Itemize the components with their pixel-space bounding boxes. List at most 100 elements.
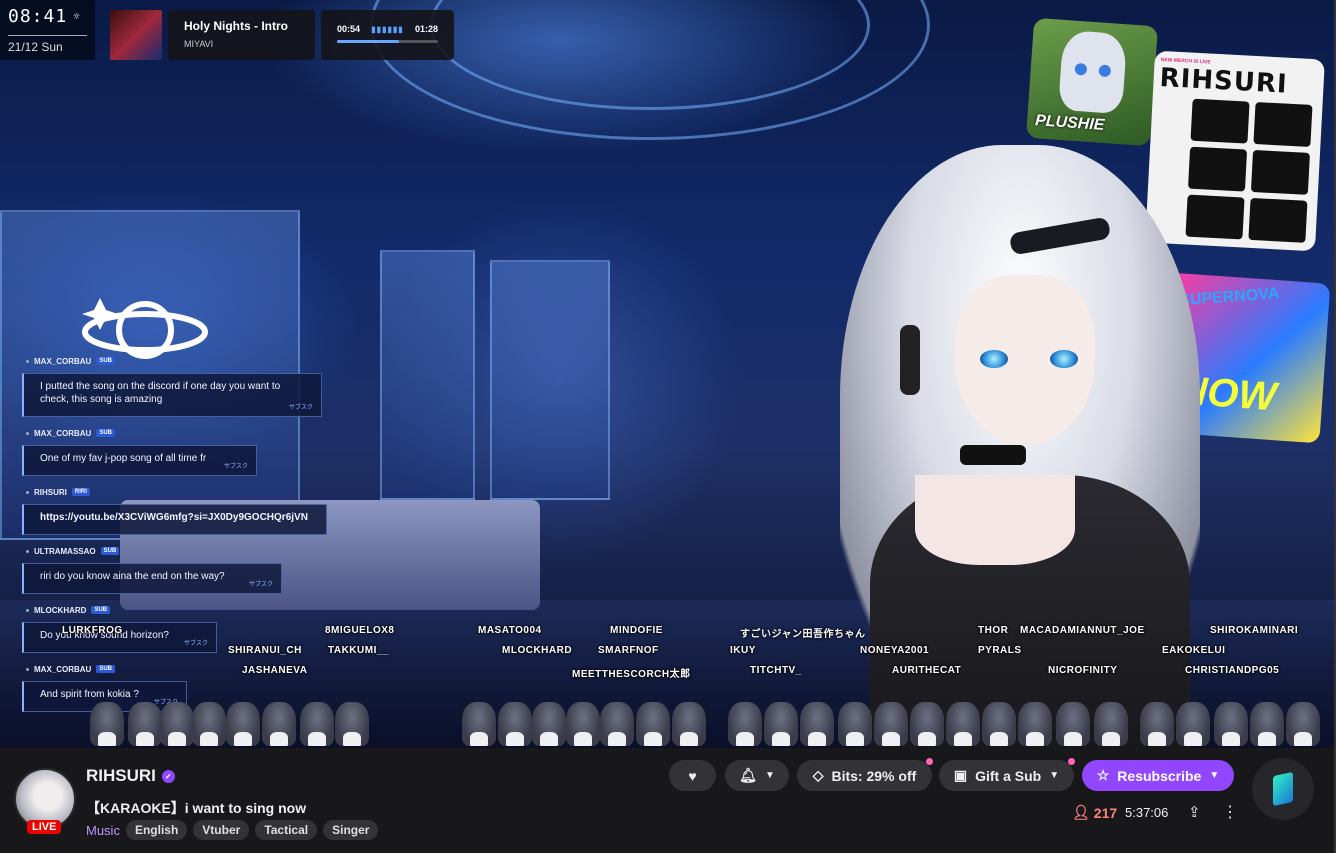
chevron-down-icon: ▼: [764, 770, 775, 781]
supporter-name: TAKKUMI__: [328, 645, 389, 656]
supporter-name: TITCHTV_: [750, 665, 802, 676]
notifications-button[interactable]: 🔔︎ ▼: [725, 760, 789, 791]
cat-sprite: [462, 702, 496, 746]
clock-time: 08:41: [8, 6, 68, 27]
supporter-name: LURKFROG: [62, 625, 123, 636]
heart-icon: ♥: [688, 767, 697, 784]
supporter-name: SHIROKAMINARI: [1210, 625, 1299, 636]
cat-sprite: [1176, 702, 1210, 746]
tag-tactical[interactable]: Tactical: [255, 820, 318, 840]
gift-sub-button[interactable]: ▣ Gift a Sub ▼: [939, 760, 1074, 791]
sub-badge: RIRI: [71, 488, 90, 496]
cat-sprite: [838, 702, 872, 746]
supporter-name: MASATO004: [478, 625, 542, 636]
chevron-down-icon: ▼: [1209, 770, 1220, 781]
chat-message-text: I putted the song on the discord if one …: [40, 381, 281, 405]
cat-sprite: [728, 702, 762, 746]
chevron-down-icon: ▼: [1049, 770, 1060, 781]
follow-button[interactable]: ♥: [669, 760, 716, 791]
tag-list: Music English Vtuber Tactical Singer: [86, 820, 379, 840]
supporter-name: 8MIGUELOX8: [325, 625, 395, 636]
chat-message: One of my fav j-pop song of all time fr サ…: [22, 445, 257, 476]
chat-message-tag: サブスク: [248, 582, 273, 588]
chat-username[interactable]: ULTRAMASSAO: [34, 547, 96, 556]
supporter-name: JASHANEVA: [242, 665, 308, 676]
chat-username-row: MLOCKHARD SUB: [26, 604, 340, 616]
chat-message[interactable]: https://youtu.be/X3CViWG6mfg?si=JX0Dy9GO…: [22, 504, 327, 535]
sub-badge: SUB: [96, 429, 116, 437]
sub-badge: SUB: [91, 606, 111, 614]
supporter-name: SHIRANUI_CH: [228, 645, 302, 656]
chat-username[interactable]: RIHSURI: [34, 488, 67, 497]
stream-title: 【KARAOKE】i want to sing now: [86, 800, 307, 816]
chat-username[interactable]: MAX_CORBAU: [34, 429, 91, 438]
extension-icon: [1273, 771, 1293, 807]
chat-username[interactable]: MLOCKHARD: [34, 606, 86, 615]
headset-icon: [900, 325, 920, 395]
channel-name[interactable]: RIHSURI ✓: [86, 766, 175, 786]
sub-badge: SUB: [96, 357, 116, 365]
cat-sprite: [946, 702, 980, 746]
supporter-name: EAKOKELUI: [1162, 645, 1226, 656]
cat-sprite: [192, 702, 226, 746]
tag-singer[interactable]: Singer: [323, 820, 379, 840]
share-icon[interactable]: ⇪: [1188, 803, 1201, 821]
bits-button[interactable]: ◇ Bits: 29% off: [797, 760, 932, 791]
cat-sprite: [1140, 702, 1174, 746]
supporter-name: AURITHECAT: [892, 665, 962, 676]
now-playing-progress: 00:54 ▮▮▮▮▮▮ 01:28: [321, 10, 454, 60]
plushie-card: PLUSHIE: [1025, 17, 1159, 147]
cat-sprite: [566, 702, 600, 746]
supporter-name: THOR: [978, 625, 1009, 636]
album-art: [110, 10, 162, 60]
channel-name-text[interactable]: RIHSURI: [86, 766, 156, 786]
clock-widget: 08:41 ☼ 21/12 Sun: [0, 0, 95, 60]
cat-sprite: [1094, 702, 1128, 746]
supporter-name: MACADAMIANNUT_JOE: [1020, 625, 1145, 636]
supporter-names: LURKFROG 8MIGUELOX8 MASATO004 MINDOFIE すごいジャ…: [0, 625, 1336, 685]
cat-sprite: [1018, 702, 1052, 746]
cat-sprite: [1214, 702, 1248, 746]
supporter-name: MEETTHESCORCH太郎: [572, 669, 691, 680]
song-progress-fill: [337, 40, 399, 43]
more-options-icon[interactable]: ⋮: [1222, 802, 1238, 822]
cat-sprite: [1286, 702, 1320, 746]
bits-label: Bits: 29% off: [831, 767, 917, 784]
chat-username-row: ULTRAMASSAO SUB: [26, 545, 340, 557]
chat-message: I putted the song on the discord if one …: [22, 373, 322, 417]
cat-parade: [0, 695, 1336, 748]
gift-icon: ▣: [953, 767, 968, 783]
verified-icon: ✓: [161, 769, 175, 783]
extension-button[interactable]: [1252, 758, 1314, 820]
cat-sprite: [800, 702, 834, 746]
chat-username-row: RIHSURI RIRI: [26, 486, 340, 498]
bell-icon: 🔔︎: [739, 767, 757, 783]
resubscribe-button[interactable]: ☆ Resubscribe ▼: [1082, 760, 1234, 791]
cat-sprite: [874, 702, 908, 746]
stream-uptime: 5:37:06: [1125, 805, 1169, 820]
cat-sprite: [672, 702, 706, 746]
gear-locker: [490, 260, 610, 500]
cat-sprite: [764, 702, 798, 746]
chat-username[interactable]: MAX_CORBAU: [34, 357, 91, 366]
supporter-name: CHRISTIANDPG05: [1185, 665, 1280, 676]
category-link[interactable]: Music: [86, 823, 120, 838]
chat-message-text: https://youtu.be/X3CViWG6mfg?si=JX0Dy9GO…: [40, 512, 308, 523]
cat-sprite: [226, 702, 260, 746]
chat-message-tag: サブスク: [288, 405, 313, 411]
chat-message-tag: サブスク: [223, 464, 248, 470]
tag-vtuber[interactable]: Vtuber: [193, 820, 250, 840]
weapon-rack: [380, 250, 475, 500]
song-total: 01:28: [414, 24, 438, 34]
cat-sprite: [90, 702, 124, 746]
channel-info-bar: LIVE RIHSURI ✓ 【KARAOKE】i want to sing n…: [0, 748, 1336, 853]
tag-english[interactable]: English: [125, 820, 188, 840]
now-playing-info: Holy Nights - Intro MIYAVI: [168, 10, 315, 60]
live-badge: LIVE: [27, 820, 62, 834]
resub-label: Resubscribe: [1117, 767, 1202, 784]
stream-video[interactable]: 08:41 ☼ 21/12 Sun Holy Nights - Intro MIY…: [0, 0, 1336, 748]
bits-promo-dot: [926, 758, 933, 765]
chat-message-text: riri do you know aina the end on the way…: [40, 571, 225, 582]
cat-sprite: [982, 702, 1016, 746]
supporter-name: MLOCKHARD: [502, 645, 573, 656]
